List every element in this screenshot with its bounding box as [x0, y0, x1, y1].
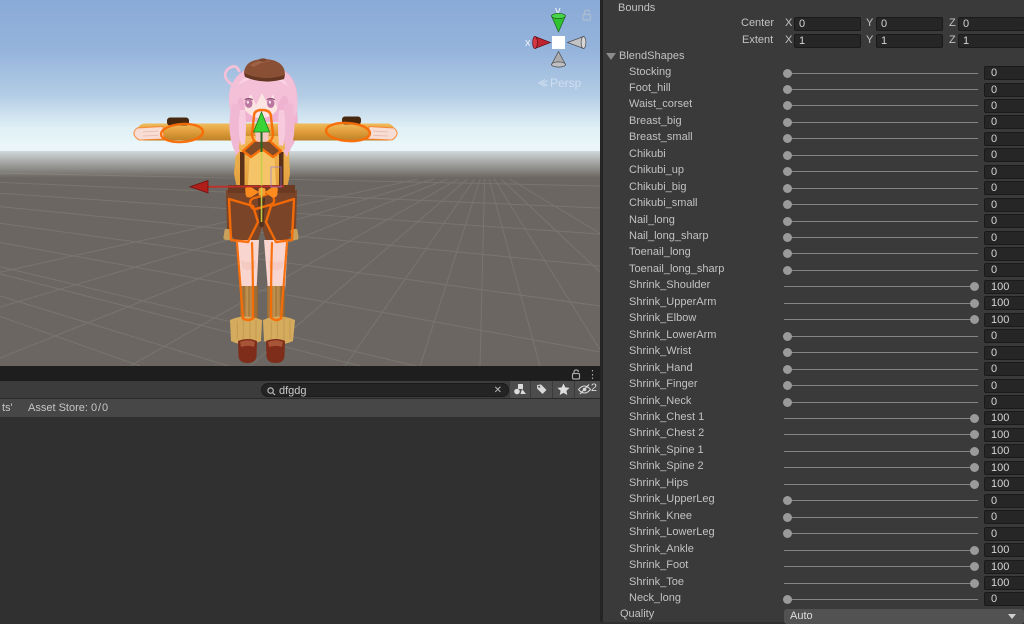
svg-text:x: x — [525, 37, 531, 49]
svg-text:Persp: Persp — [550, 76, 582, 90]
